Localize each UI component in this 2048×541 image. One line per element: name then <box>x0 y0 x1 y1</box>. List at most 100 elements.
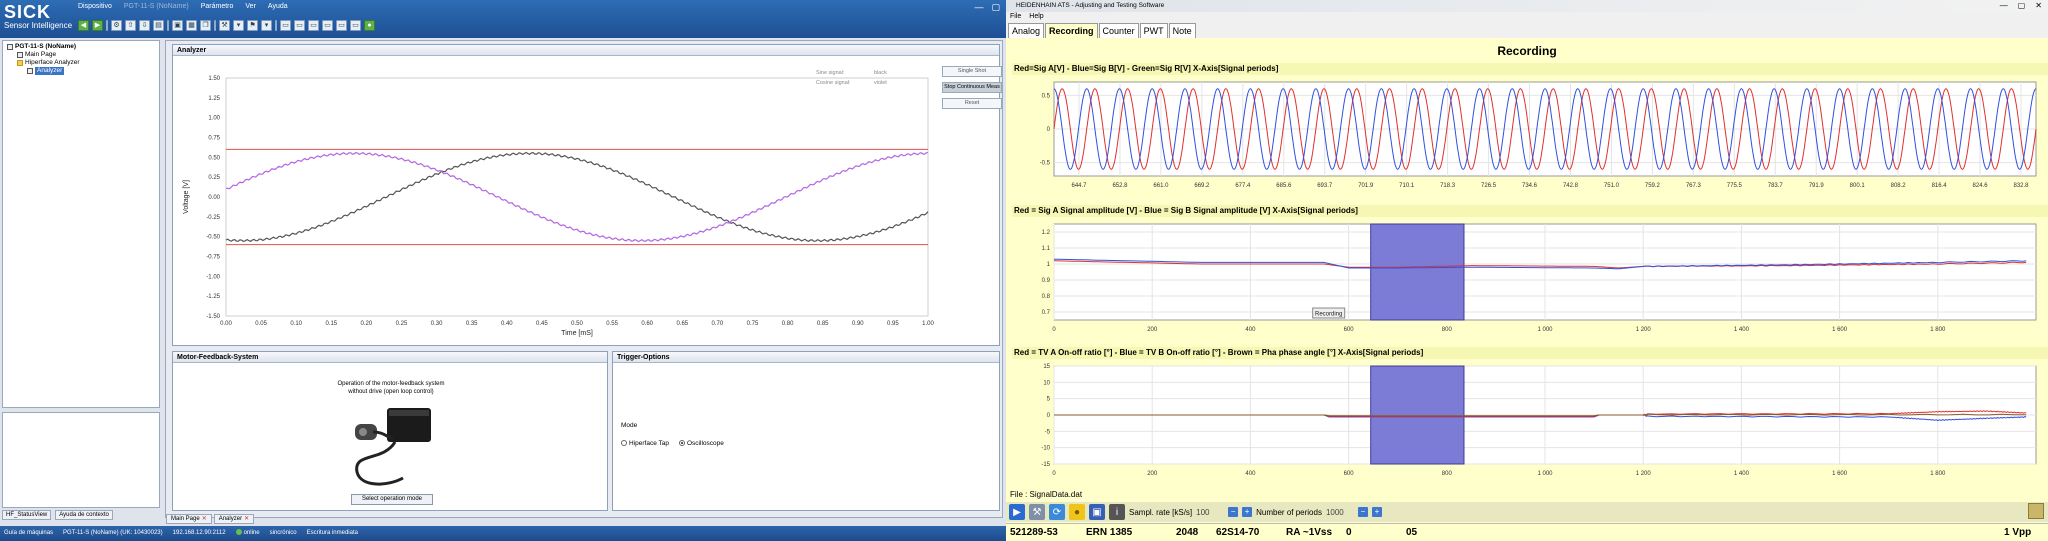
tab-note[interactable]: Note <box>1168 23 1196 38</box>
selection-highlight[interactable] <box>1370 223 1465 321</box>
x-tick-label: 652.8 <box>1112 183 1128 189</box>
menu-item[interactable]: Help <box>1029 12 1043 22</box>
close-icon[interactable]: ✕ <box>2035 0 2042 12</box>
layout-2-icon[interactable]: ▭ <box>294 19 305 31</box>
mode-option-label: Oscilloscope <box>687 440 724 447</box>
online-icon[interactable]: ● <box>364 19 375 31</box>
selection-highlight[interactable] <box>1370 365 1465 465</box>
status-item-text: online <box>243 530 260 536</box>
sampl-rate-value[interactable]: 100 <box>1196 508 1224 517</box>
close-tab-icon[interactable]: ✕ <box>244 516 249 522</box>
connect-icon[interactable]: ⚙ <box>111 19 122 31</box>
status-tabs: HF_StatusView Ayuda de contexto <box>2 510 113 520</box>
play-icon[interactable]: ▶ <box>1009 504 1025 520</box>
status-item: sincrónico <box>270 526 297 541</box>
tree-item[interactable]: PGT-11-S (NoName) <box>7 43 76 51</box>
x-tick-label: 1 200 <box>1636 327 1652 333</box>
sick-menubar: Dispositivo PGT-11-S (NoName) Parámetro Ver… <box>78 3 288 15</box>
device-icon[interactable]: ⚑ <box>247 19 258 31</box>
menu-item[interactable]: Parámetro <box>201 3 234 15</box>
x-tick-label: 0.60 <box>641 321 653 327</box>
tab-counter[interactable]: Counter <box>1098 23 1139 38</box>
x-tick-label: 767.3 <box>1686 183 1702 189</box>
mode-option[interactable]: Oscilloscope <box>679 440 724 447</box>
periods-value[interactable]: 1000 <box>1326 508 1354 517</box>
layout-5-icon[interactable]: ▭ <box>336 19 347 31</box>
y-tick-label: 1 <box>1047 262 1051 268</box>
plus-icon[interactable]: + <box>1242 507 1253 517</box>
y-tick-label: 1.25 <box>208 96 220 102</box>
ats-application: HEIDENHAIN ATS - Adjusting and Testing S… <box>1006 0 2048 541</box>
radio-icon[interactable] <box>679 440 685 447</box>
tree-item[interactable]: Main Page <box>17 51 56 59</box>
layout-1-icon[interactable]: ▭ <box>280 19 291 31</box>
menu-item[interactable]: PGT-11-S (NoName) <box>124 3 189 15</box>
info-icon[interactable]: i <box>1109 504 1125 520</box>
legend-color: black <box>874 70 887 76</box>
single-shot-button[interactable]: Single Shot <box>942 66 1002 77</box>
maximize-icon[interactable]: ▢ <box>991 2 1000 13</box>
document-tab[interactable]: Analyzer ✕ <box>213 514 255 524</box>
open-icon[interactable]: ▦ <box>186 19 197 31</box>
param-icon[interactable]: ⚒ <box>219 19 230 31</box>
y-tick-label: -5 <box>1045 429 1051 435</box>
document-tab[interactable]: Main Page ✕ <box>166 514 212 524</box>
dropdown-icon[interactable]: ▾ <box>233 19 244 31</box>
maximize-icon[interactable]: ▢ <box>2018 0 2026 12</box>
dropdown-icon[interactable]: ▾ <box>261 19 272 31</box>
coin-icon[interactable]: ● <box>1069 504 1085 520</box>
close-tab-icon[interactable]: ✕ <box>202 516 207 522</box>
layout-6-icon[interactable]: ▭ <box>350 19 361 31</box>
settings-icon[interactable] <box>2028 503 2044 519</box>
forward-icon[interactable]: ▶ <box>92 19 103 31</box>
motor-desc-line: without drive (open loop control) <box>348 389 434 395</box>
y-tick-label: -0.5 <box>1040 161 1051 167</box>
tree-item[interactable]: Hiperface Analyzer <box>17 59 80 67</box>
x-tick-label: 1 400 <box>1734 471 1750 477</box>
tab-analog[interactable]: Analog <box>1008 23 1045 38</box>
trigger-title: Trigger-Options <box>613 352 999 363</box>
minus-icon[interactable]: − <box>1357 507 1368 517</box>
x-tick-label: 1 600 <box>1832 471 1848 477</box>
motor-desc-line: Operation of the motor-feedback system <box>337 381 445 387</box>
x-tick-label: 701.9 <box>1358 183 1374 189</box>
stop-continuous-button[interactable]: Stop Continuous Meas <box>942 82 1002 93</box>
motor-feedback-panel: Motor-Feedback-System Operation of the m… <box>172 351 608 511</box>
y-tick-label: 0.75 <box>208 136 220 142</box>
status-tab[interactable]: HF_StatusView <box>2 510 52 520</box>
mode-option[interactable]: Hiperface Tap <box>621 440 669 447</box>
tool-icon[interactable]: ⚒ <box>1029 504 1045 520</box>
refresh-icon[interactable]: ⟳ <box>1049 504 1065 520</box>
copy-icon[interactable]: ❐ <box>200 19 211 31</box>
radio-icon[interactable] <box>621 440 627 447</box>
minimize-icon[interactable]: — <box>974 2 983 13</box>
tab-pwt[interactable]: PWT <box>1139 23 1168 38</box>
menu-item[interactable]: Dispositivo <box>78 3 112 15</box>
tab-recording[interactable]: Recording <box>1045 23 1098 38</box>
back-icon[interactable]: ◀ <box>78 19 89 31</box>
select-operation-mode-button[interactable]: Select operation mode <box>351 494 433 505</box>
ats-window-title: HEIDENHAIN ATS - Adjusting and Testing S… <box>1006 0 2048 12</box>
toolbar-separator <box>214 19 216 31</box>
menu-item[interactable]: Ayuda <box>268 3 288 15</box>
download-icon[interactable]: ⇩ <box>139 19 150 31</box>
menu-item[interactable]: Ver <box>245 3 256 15</box>
save-icon[interactable]: ▣ <box>1089 504 1105 520</box>
status-tab[interactable]: Ayuda de contexto <box>55 510 113 520</box>
tree-item[interactable]: Analyzer <box>27 67 65 75</box>
x-tick-label: 0.45 <box>536 321 548 327</box>
reset-button[interactable]: Reset <box>942 98 1002 109</box>
y-tick-label: 1.50 <box>208 76 220 82</box>
save-icon[interactable]: ▣ <box>172 19 183 31</box>
x-tick-label: 1 000 <box>1537 327 1553 333</box>
layout-3-icon[interactable]: ▭ <box>308 19 319 31</box>
minimize-icon[interactable]: — <box>2000 0 2008 12</box>
y-tick-label: -1.00 <box>206 274 220 280</box>
y-tick-label: 0.50 <box>208 155 220 161</box>
layout-4-icon[interactable]: ▭ <box>322 19 333 31</box>
print-icon[interactable]: ▤ <box>153 19 164 31</box>
plus-icon[interactable]: + <box>1371 507 1382 517</box>
upload-icon[interactable]: ⇧ <box>125 19 136 31</box>
menu-item[interactable]: File <box>1010 12 1021 22</box>
minus-icon[interactable]: − <box>1228 507 1239 517</box>
